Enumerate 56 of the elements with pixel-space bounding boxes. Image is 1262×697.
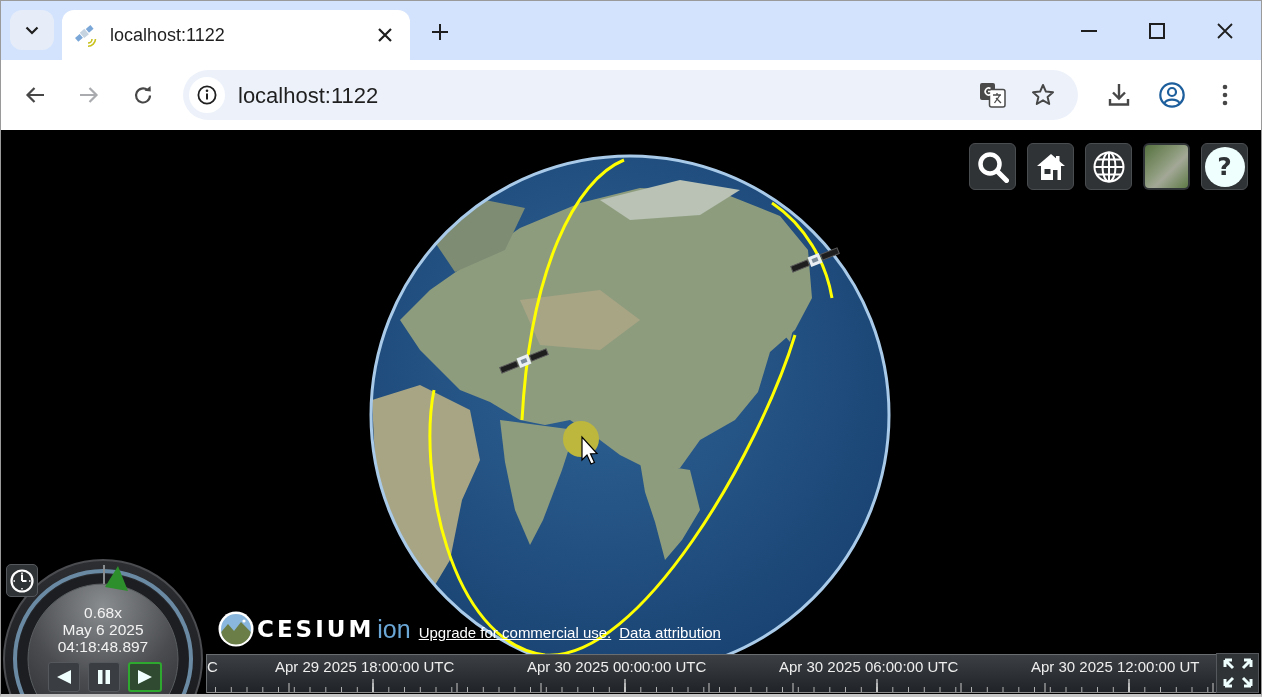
timeline-label: Apr 30 2025 00:00:00 UTC bbox=[527, 658, 707, 675]
info-icon bbox=[197, 85, 217, 105]
reverse-triangle-icon bbox=[56, 669, 72, 685]
clock-button[interactable] bbox=[6, 564, 38, 597]
plus-icon bbox=[432, 24, 448, 40]
more-vertical-icon bbox=[1222, 84, 1228, 106]
address-bar[interactable]: localhost:1122 bbox=[183, 70, 1078, 120]
search-icon bbox=[976, 150, 1009, 183]
chevron-down-icon bbox=[25, 25, 39, 35]
minimize-icon bbox=[1081, 30, 1097, 32]
logo-suffix: ion bbox=[377, 613, 411, 645]
logo-wordmark: CESIUM bbox=[257, 615, 375, 644]
site-info-button[interactable] bbox=[189, 77, 225, 113]
maximize-icon bbox=[1149, 23, 1165, 39]
star-icon bbox=[1031, 83, 1055, 107]
forward-arrow-icon bbox=[79, 85, 99, 105]
play-reverse-button[interactable] bbox=[48, 662, 80, 692]
satellite-icon bbox=[790, 247, 840, 273]
profile-icon bbox=[1159, 82, 1185, 108]
expand-arrows-icon bbox=[1222, 658, 1253, 688]
current-time: 04:18:48.897 bbox=[57, 638, 149, 655]
satellite-favicon-icon bbox=[73, 23, 97, 47]
search-button[interactable] bbox=[969, 143, 1016, 190]
url-text: localhost:1122 bbox=[238, 81, 379, 110]
mountain-logo-icon bbox=[218, 611, 254, 648]
current-date: May 6 2025 bbox=[62, 621, 144, 638]
play-triangle-icon bbox=[137, 669, 153, 685]
aerial-photo-placeholder bbox=[1145, 145, 1188, 188]
download-icon bbox=[1107, 83, 1131, 107]
play-button[interactable] bbox=[128, 662, 162, 692]
browser-tab[interactable]: localhost:1122 bbox=[62, 10, 410, 60]
scene-mode-button[interactable] bbox=[1085, 143, 1132, 190]
home-icon bbox=[1035, 152, 1066, 181]
speed-multiplier: 0.68x bbox=[84, 604, 122, 621]
clock-icon bbox=[10, 568, 34, 593]
home-button[interactable] bbox=[1027, 143, 1074, 190]
close-icon bbox=[378, 28, 392, 42]
fullscreen-button[interactable] bbox=[1216, 653, 1259, 693]
timeline-label: Apr 30 2025 06:00:00 UTC bbox=[779, 658, 959, 675]
pause-icon bbox=[96, 669, 112, 685]
globe-icon bbox=[1092, 150, 1125, 183]
translate-icon bbox=[980, 82, 1006, 108]
timeline-label: C bbox=[207, 658, 218, 675]
reload-icon bbox=[133, 85, 153, 105]
pointer-triangle-icon bbox=[105, 566, 128, 591]
mouse-pointer-icon bbox=[581, 435, 599, 465]
timeline-label: Apr 30 2025 12:00:00 UT bbox=[1031, 658, 1200, 675]
timeline-bar[interactable]: C Apr 29 2025 18:00:00 UTC Apr 30 2025 00:00:00 UTC Apr 30 2025 06:00:00 UTC Apr 30 2025 12:00:00 UT bbox=[206, 654, 1217, 693]
back-arrow-icon bbox=[25, 85, 45, 105]
credit-link[interactable]: Data attribution bbox=[619, 622, 721, 645]
help-button[interactable]: ? bbox=[1201, 143, 1248, 190]
timeline-label: Apr 29 2025 18:00:00 UTC bbox=[275, 658, 455, 675]
pause-button[interactable] bbox=[88, 662, 120, 692]
satellite-icon bbox=[499, 348, 549, 374]
imagery-picker-button[interactable] bbox=[1143, 143, 1190, 190]
close-icon bbox=[1217, 23, 1233, 39]
